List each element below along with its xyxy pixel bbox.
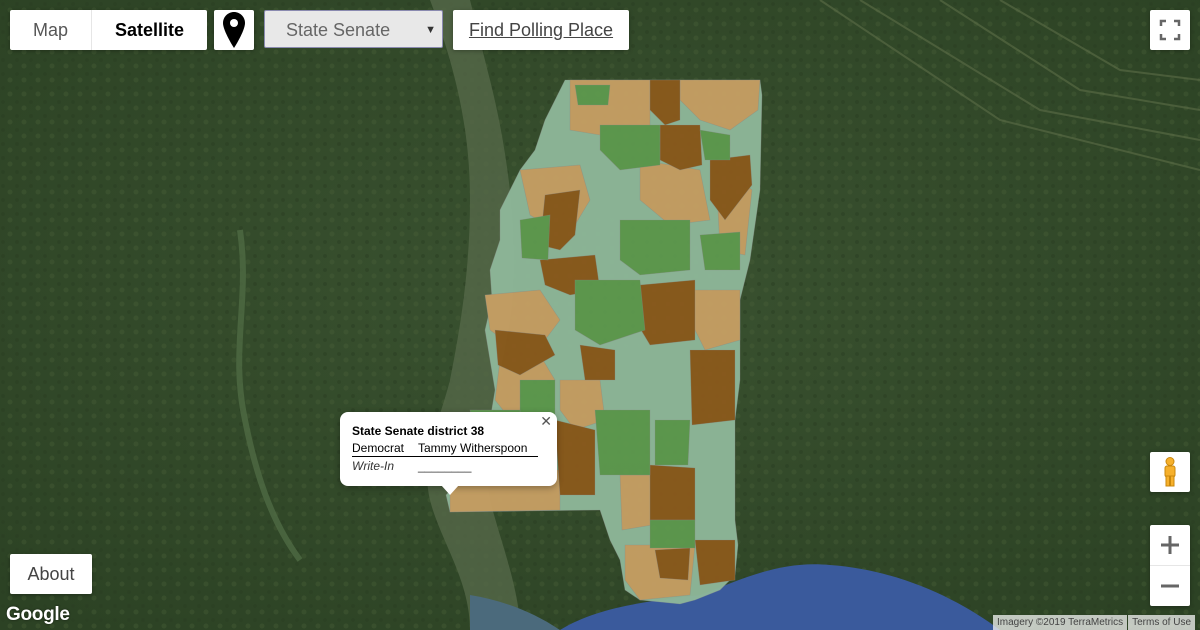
zoom-out-button[interactable] xyxy=(1150,566,1190,606)
about-button[interactable]: About xyxy=(10,554,92,594)
google-logo[interactable]: Google xyxy=(6,604,70,626)
location-button[interactable] xyxy=(214,10,254,50)
street-view-button[interactable] xyxy=(1150,452,1190,492)
candidate-party: Write-In xyxy=(352,459,394,473)
candidate-name: ________ xyxy=(418,459,472,473)
layer-select[interactable]: State Senate ▼ xyxy=(264,10,443,48)
satellite-map[interactable] xyxy=(0,0,1200,630)
find-polling-place-button[interactable]: Find Polling Place xyxy=(453,10,629,50)
candidate-row: Democrat Tammy Witherspoon xyxy=(352,441,538,457)
fullscreen-button[interactable] xyxy=(1150,10,1190,50)
zoom-control xyxy=(1150,525,1190,606)
close-icon[interactable]: ✕ xyxy=(540,413,552,430)
info-window-tail xyxy=(441,485,459,495)
zoom-in-icon xyxy=(1161,536,1179,554)
map-type-satellite-button[interactable]: Satellite xyxy=(92,10,207,50)
candidate-party: Democrat xyxy=(352,441,405,455)
zoom-in-button[interactable] xyxy=(1150,525,1190,566)
map-type-control: Map Satellite xyxy=(10,10,208,50)
pegman-icon xyxy=(1164,457,1176,487)
info-window: ✕ State Senate district 38 Democrat Tamm… xyxy=(340,412,557,495)
imagery-attribution: Imagery ©2019 TerraMetrics xyxy=(993,615,1128,630)
terms-of-use-link[interactable]: Terms of Use xyxy=(1128,615,1196,630)
map-type-map-button[interactable]: Map xyxy=(10,10,93,50)
info-window-title: State Senate district 38 xyxy=(352,424,485,438)
caret-down-icon: ▼ xyxy=(425,24,436,36)
zoom-out-icon xyxy=(1161,584,1179,588)
fullscreen-icon xyxy=(1159,19,1181,41)
location-pin-icon xyxy=(223,12,245,48)
candidate-name: Tammy Witherspoon xyxy=(418,441,528,455)
attribution: Imagery ©2019 TerraMetrics Terms of Use xyxy=(993,615,1196,630)
layer-select-value: State Senate xyxy=(286,20,391,40)
candidate-row: Write-In ________ xyxy=(352,459,471,473)
